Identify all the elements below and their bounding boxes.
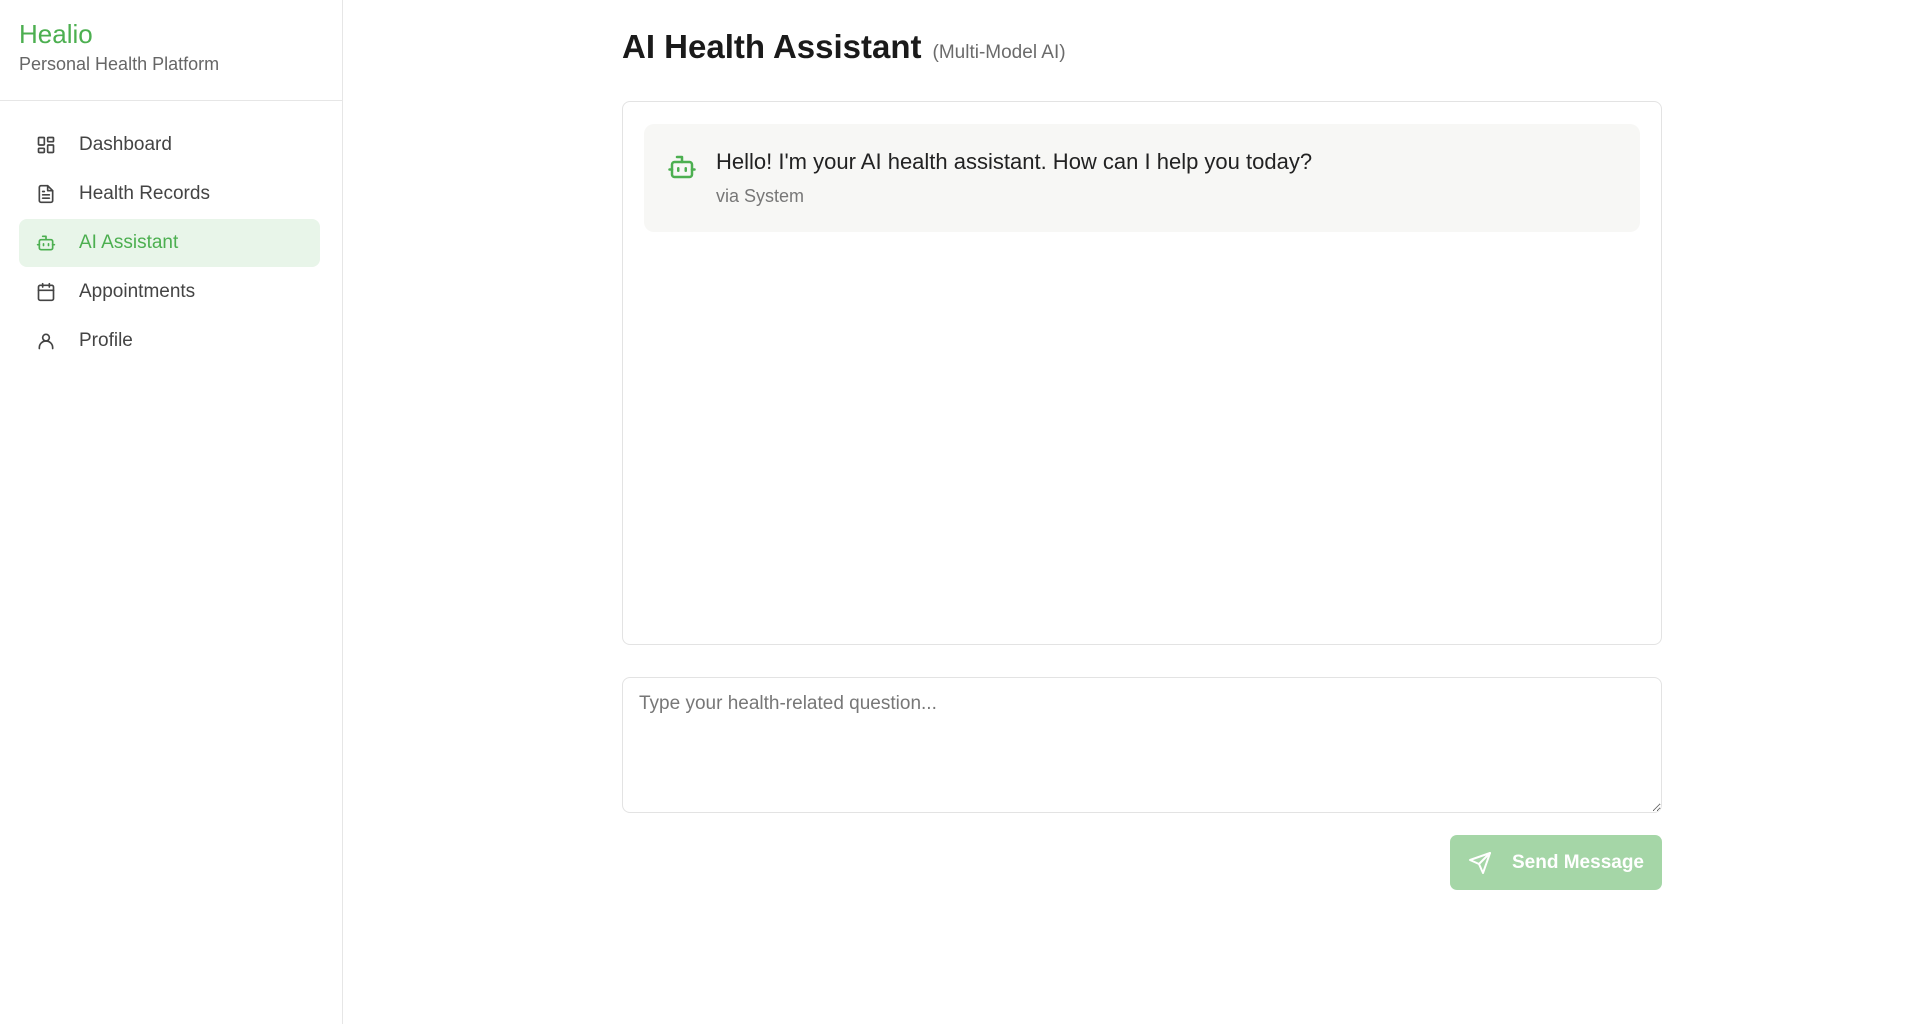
dashboard-grid-icon (35, 134, 57, 156)
sidebar-item-label: AI Assistant (79, 232, 179, 253)
sidebar-nav: Dashboard Health Records AI Assistant Ap… (0, 101, 342, 365)
sidebar-item-label: Appointments (79, 281, 196, 302)
sidebar-item-label: Health Records (79, 183, 210, 204)
page-title: AI Health Assistant (622, 28, 922, 65)
brand-tagline: Personal Health Platform (19, 54, 220, 74)
calendar-icon (35, 281, 57, 303)
sidebar: Healio Personal Health Platform Dashboar… (0, 0, 343, 1024)
page-subtitle: (Multi-Model AI) (932, 42, 1066, 63)
message-body: Hello! I'm your AI health assistant. How… (716, 148, 1312, 207)
document-icon (35, 183, 57, 205)
sidebar-item-profile[interactable]: Profile (19, 317, 320, 365)
sidebar-item-health-records[interactable]: Health Records (19, 170, 320, 218)
message-text: Hello! I'm your AI health assistant. How… (716, 149, 1313, 174)
chat-panel[interactable]: Hello! I'm your AI health assistant. How… (622, 101, 1662, 645)
send-button-label: Send Message (1512, 851, 1644, 873)
sidebar-item-ai-assistant[interactable]: AI Assistant (19, 219, 320, 267)
sidebar-item-dashboard[interactable]: Dashboard (19, 121, 320, 169)
send-message-button[interactable]: Send Message (1450, 835, 1662, 890)
robot-icon (667, 152, 697, 182)
message-source: via System (716, 186, 805, 206)
question-input[interactable] (622, 677, 1662, 813)
user-icon (35, 330, 57, 352)
sidebar-item-label: Dashboard (79, 134, 172, 155)
brand-header: Healio Personal Health Platform (0, 0, 342, 101)
sidebar-item-label: Profile (79, 330, 133, 351)
sidebar-item-appointments[interactable]: Appointments (19, 268, 320, 316)
send-icon (1468, 851, 1492, 875)
page-header: AI Health Assistant (Multi-Model AI) (622, 28, 1066, 66)
brand-name[interactable]: Healio (19, 18, 342, 50)
robot-icon (35, 232, 57, 254)
assistant-message: Hello! I'm your AI health assistant. How… (644, 124, 1640, 232)
